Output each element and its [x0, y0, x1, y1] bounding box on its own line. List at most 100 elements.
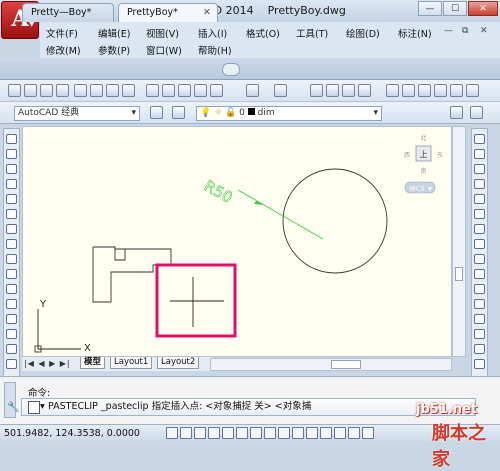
workspace-dropdown[interactable]: AutoCAD 经典 ▾ [14, 106, 140, 121]
chamfer-icon[interactable] [474, 329, 485, 339]
radius-dimension-line[interactable] [237, 189, 324, 240]
explode-icon[interactable] [474, 359, 485, 369]
match-properties-icon[interactable] [194, 84, 207, 97]
region-icon[interactable] [6, 359, 17, 369]
tab-layout1[interactable]: Layout1 [110, 357, 153, 369]
scale-icon[interactable] [474, 239, 485, 249]
dynamic-input-icon[interactable] [292, 427, 304, 439]
maximize-button[interactable]: ☐ [443, 1, 467, 16]
vertical-scroll-thumb[interactable] [455, 267, 463, 281]
fillet-icon[interactable] [474, 344, 485, 354]
dynamic-ucs-icon[interactable] [278, 427, 290, 439]
save-icon[interactable] [40, 84, 53, 97]
viewcube[interactable]: 上 北 南 西 东 [404, 134, 443, 175]
zoom-window-icon[interactable] [342, 84, 355, 97]
vertical-scrollbar[interactable] [452, 126, 466, 357]
save-as-icon[interactable] [56, 84, 69, 97]
minimize-button[interactable]: — [418, 1, 442, 16]
point-icon[interactable] [6, 329, 17, 339]
calculator-icon[interactable] [466, 84, 479, 97]
object-snap-icon[interactable] [236, 427, 248, 439]
line-icon[interactable] [6, 134, 17, 144]
layer-properties-icon[interactable] [172, 106, 185, 119]
grid-display-icon[interactable] [194, 427, 206, 439]
lineweight-icon[interactable] [306, 427, 318, 439]
wcs-menu[interactable]: WCS ▼ [404, 181, 436, 194]
menu-file[interactable]: 文件(F) [46, 26, 78, 40]
layer-dropdown[interactable]: 💡 ☼ 🔓 0 dim ▾ [196, 106, 382, 121]
polyline-icon[interactable] [6, 164, 17, 174]
tab-prettyboy-active[interactable]: PrettyBoy* ✕ [118, 3, 218, 22]
zoom-realtime-icon[interactable] [326, 84, 339, 97]
menu-tools[interactable]: 工具(T) [296, 26, 328, 40]
command-input[interactable]: ▾ PASTECLIP _pasteclip 指定插入点: <对象捕捉 关> <… [21, 398, 476, 416]
menu-window[interactable]: 窗口(W) [146, 43, 182, 57]
copy-icon[interactable] [162, 84, 175, 97]
infer-constraints-icon[interactable] [166, 427, 178, 439]
offset-icon[interactable] [474, 179, 485, 189]
trim-icon[interactable] [474, 269, 485, 279]
object-snap-tracking-icon[interactable] [264, 427, 276, 439]
paste-icon[interactable] [178, 84, 191, 97]
polar-tracking-icon[interactable] [222, 427, 234, 439]
polyline-entity[interactable] [92, 246, 172, 303]
join-icon[interactable] [474, 314, 485, 324]
hatch-icon[interactable] [6, 344, 17, 354]
command-dropdown-icon[interactable]: ▾ [40, 399, 45, 415]
publish-icon[interactable] [106, 84, 119, 97]
transparency-icon[interactable] [320, 427, 332, 439]
make-block-icon[interactable] [6, 314, 17, 324]
stretch-icon[interactable] [474, 254, 485, 264]
array-icon[interactable] [474, 194, 485, 204]
menu-dimension[interactable]: 标注(N) [398, 26, 432, 40]
construction-line-icon[interactable] [6, 149, 17, 159]
rotate-icon[interactable] [474, 224, 485, 234]
ellipse-arc-icon[interactable] [6, 284, 17, 294]
block-editor-icon[interactable] [210, 84, 223, 97]
new-file-icon[interactable] [8, 84, 21, 97]
coordinate-readout[interactable]: 501.9482, 124.3538, 0.0000 [4, 428, 140, 439]
doc-minimize-button[interactable]: — [444, 26, 453, 36]
pan-icon[interactable] [310, 84, 323, 97]
move-icon[interactable] [474, 209, 485, 219]
menu-format[interactable]: 格式(O) [246, 26, 280, 40]
doc-close-button[interactable]: ✕ [480, 26, 488, 36]
3d-object-snap-icon[interactable] [250, 427, 262, 439]
horizontal-scrollbar[interactable] [210, 358, 452, 371]
menu-view[interactable]: 视图(V) [146, 26, 179, 40]
menu-help[interactable]: 帮助(H) [198, 43, 232, 57]
3d-dwf-icon[interactable] [122, 84, 135, 97]
close-window-button[interactable]: ✕ [468, 1, 498, 16]
insert-block-icon[interactable] [6, 299, 17, 309]
extend-icon[interactable] [474, 284, 485, 294]
layout-nav-arrows-icon[interactable]: |◀ ◀ ▶ ▶| [24, 359, 71, 368]
tab-pretty-boy[interactable]: Pretty—Boy* [22, 3, 114, 22]
ortho-mode-icon[interactable] [208, 427, 220, 439]
menu-insert[interactable]: 插入(I) [198, 26, 227, 40]
sheet-set-icon[interactable] [434, 84, 447, 97]
redo-icon[interactable] [274, 84, 287, 97]
wrench-icon[interactable]: 🔧 [7, 402, 19, 413]
print-preview-icon[interactable] [90, 84, 103, 97]
mirror-icon[interactable] [474, 164, 485, 174]
copy-object-icon[interactable] [474, 149, 485, 159]
markup-icon[interactable] [450, 84, 463, 97]
tab-layout2[interactable]: Layout2 [157, 357, 200, 369]
doc-restore-button[interactable]: ⧉ [462, 26, 468, 36]
tab-model[interactable]: 模型 [80, 357, 106, 369]
cut-icon[interactable] [146, 84, 159, 97]
zoom-previous-icon[interactable] [358, 84, 371, 97]
selection-cycling-icon[interactable] [348, 427, 360, 439]
erase-icon[interactable] [474, 134, 485, 144]
ellipse-icon[interactable] [6, 269, 17, 279]
polygon-icon[interactable] [6, 179, 17, 189]
workspace-settings-icon[interactable] [150, 106, 163, 119]
tool-palettes-icon[interactable] [418, 84, 431, 97]
undo-icon[interactable] [246, 84, 259, 97]
dimension-text[interactable]: R50 [201, 176, 236, 207]
annotation-monitor-icon[interactable] [362, 427, 374, 439]
print-icon[interactable] [74, 84, 87, 97]
menu-edit[interactable]: 编辑(E) [98, 26, 130, 40]
drawing-area[interactable]: 上 北 南 西 东 WCS ▼ R50 Y X [22, 126, 452, 357]
quick-properties-icon[interactable] [334, 427, 346, 439]
